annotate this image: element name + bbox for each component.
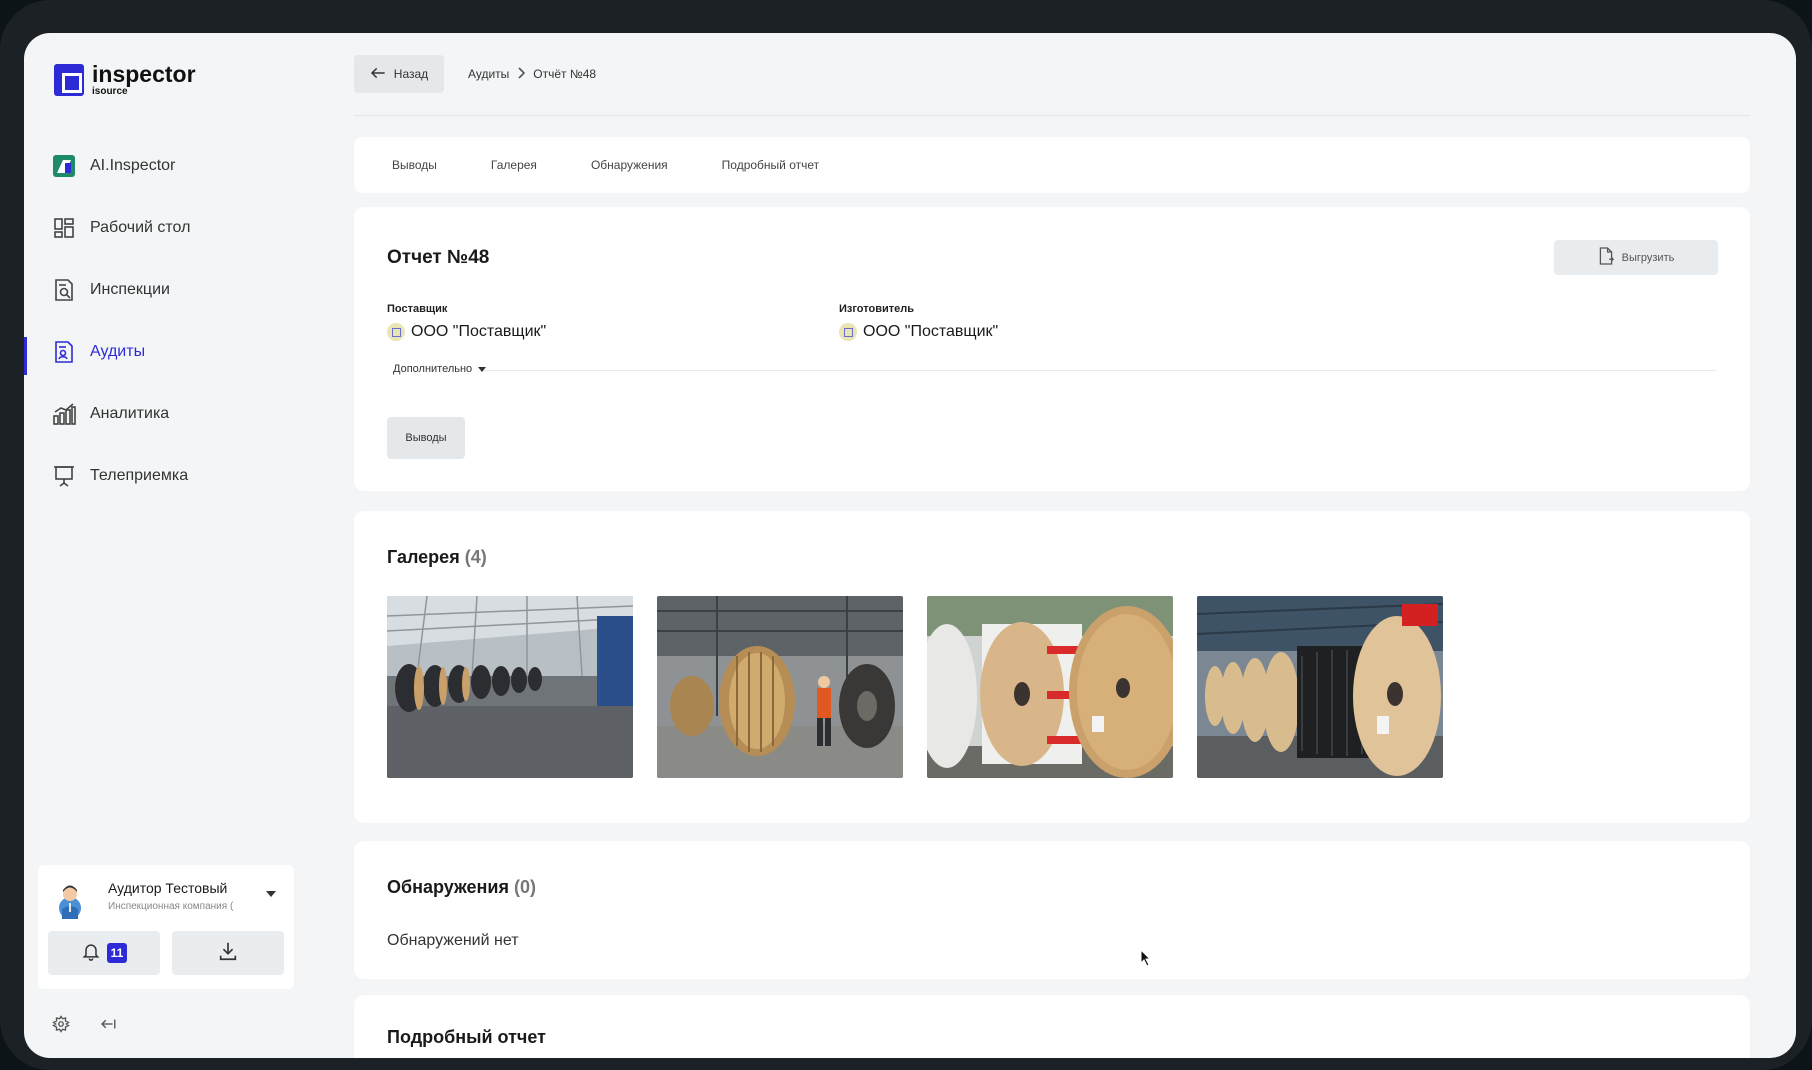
gallery-count: (4): [464, 547, 487, 567]
black-cable-reels-photo: [1197, 596, 1443, 778]
findings-empty-text: Обнаружений нет: [387, 932, 519, 949]
supplier-value[interactable]: ООО "Поставщик": [411, 323, 546, 341]
breadcrumb-current: Отчёт №48: [533, 67, 597, 81]
sidebar-item-label: Аналитика: [90, 405, 170, 422]
notification-count-badge: 11: [106, 943, 128, 963]
logo-name: inspector: [92, 61, 196, 87]
logo-sub: isource: [92, 86, 128, 97]
supplier-field: Поставщик ООО "Поставщик": [387, 303, 546, 341]
chevron-down-icon[interactable]: [266, 891, 276, 897]
export-button[interactable]: Выгрузить: [1554, 240, 1718, 275]
sidebar-footer: [52, 1015, 118, 1038]
manufacturer-value[interactable]: ООО "Поставщик": [863, 323, 998, 341]
user-card: Аудитор Тестовый Инспекционная компания …: [38, 865, 294, 989]
detailed-report-card: Подробный отчет: [354, 995, 1750, 1058]
findings-title-text: Обнаружения: [387, 877, 509, 897]
additional-toggle-label: Дополнительно: [393, 363, 473, 375]
inspection-doc-icon: [52, 278, 76, 302]
report-card: Отчет №48 Выгрузить Поставщик ООО "Поста…: [354, 207, 1750, 491]
sidebar-item-label: Рабочий стол: [90, 219, 191, 236]
sidebar-item-teleacceptance[interactable]: Телеприемка: [24, 445, 310, 507]
gallery-photo-3[interactable]: [927, 596, 1173, 778]
supplier-label: Поставщик: [387, 303, 448, 315]
detailed-report-title: Подробный отчет: [387, 1027, 546, 1047]
gallery-photo-2[interactable]: [657, 596, 903, 778]
sidebar-item-label: Аудиты: [90, 343, 146, 360]
download-icon: [217, 940, 239, 967]
topbar: Назад Аудиты Отчёт №48: [354, 55, 596, 93]
sidebar-item-audits[interactable]: Аудиты: [24, 321, 310, 383]
sidebar-item-dashboard[interactable]: Рабочий стол: [24, 197, 310, 259]
manufacturer-field: Изготовитель ООО "Поставщик": [839, 303, 998, 341]
settings-gear-icon[interactable]: [52, 1015, 70, 1038]
presentation-board-icon: [52, 464, 76, 488]
tab-detailed-report[interactable]: Подробный отчет: [722, 158, 819, 172]
tab-findings[interactable]: Обнаружения: [591, 158, 668, 172]
back-button-label: Назад: [393, 67, 429, 81]
logo-mark-icon: [54, 64, 84, 96]
analytics-chart-icon: [52, 402, 76, 426]
sidebar-item-label: AI.Inspector: [90, 157, 176, 174]
file-export-icon: [1598, 247, 1614, 268]
gallery-grid: [387, 596, 1443, 778]
arrow-left-icon: [370, 66, 386, 83]
findings-title: Обнаружения (0): [387, 877, 536, 898]
back-button[interactable]: Назад: [354, 55, 444, 93]
sidebar-item-label: Телеприемка: [90, 467, 189, 484]
dashboard-icon: [52, 216, 76, 240]
page-title: Отчет №48: [387, 247, 490, 268]
app-logo[interactable]: inspector isource: [54, 63, 196, 97]
sidebar-nav: AI.Inspector Рабочий стол Инспекции Ауди…: [24, 135, 310, 507]
breadcrumb-audits[interactable]: Аудиты: [468, 67, 509, 81]
collapse-sidebar-icon[interactable]: [98, 1015, 118, 1038]
ai-inspector-icon: [52, 154, 76, 178]
worker-cable-drum-photo: [657, 596, 903, 778]
notifications-button[interactable]: 11: [48, 931, 160, 975]
additional-toggle[interactable]: Дополнительно: [393, 363, 487, 375]
manufacturer-label: Изготовитель: [839, 303, 914, 315]
chevron-right-icon: [517, 66, 526, 82]
app-screen: inspector isource AI.Inspector Рабочий с…: [24, 33, 1796, 1058]
device-frame: inspector isource AI.Inspector Рабочий с…: [0, 0, 1812, 1070]
gallery-card: Галерея (4): [354, 511, 1750, 823]
tab-gallery[interactable]: Галерея: [491, 158, 537, 172]
export-button-label: Выгрузить: [1621, 251, 1675, 264]
gallery-photo-4[interactable]: [1197, 596, 1443, 778]
divider: [484, 370, 1716, 371]
section-tabs: Выводы Галерея Обнаружения Подробный отч…: [354, 137, 1750, 193]
company-icon: [387, 323, 405, 341]
divider: [354, 115, 1750, 116]
sidebar-item-label: Инспекции: [90, 281, 170, 298]
bell-icon: [81, 941, 101, 966]
conclusions-button[interactable]: Выводы: [387, 417, 465, 459]
tab-conclusions[interactable]: Выводы: [392, 158, 437, 172]
download-button[interactable]: [172, 931, 284, 975]
gallery-title-text: Галерея: [387, 547, 460, 567]
mouse-cursor-icon: [1140, 948, 1152, 972]
company-icon: [839, 323, 857, 341]
sidebar-item-inspections[interactable]: Инспекции: [24, 259, 310, 321]
findings-count: (0): [513, 877, 536, 897]
user-org: Инспекционная компания (: [108, 901, 234, 912]
gallery-photo-1[interactable]: [387, 596, 633, 778]
cable-reels-warehouse-photo: [387, 596, 633, 778]
breadcrumb: Аудиты Отчёт №48: [468, 66, 597, 82]
sidebar-item-ai-inspector[interactable]: AI.Inspector: [24, 135, 310, 197]
sidebar: inspector isource AI.Inspector Рабочий с…: [24, 33, 310, 1058]
gallery-title: Галерея (4): [387, 547, 487, 568]
avatar[interactable]: [52, 879, 88, 919]
user-name: Аудитор Тестовый: [108, 880, 228, 896]
findings-card: Обнаружения (0) Обнаружений нет: [354, 841, 1750, 979]
audit-doc-icon: [52, 340, 76, 364]
sidebar-item-analytics[interactable]: Аналитика: [24, 383, 310, 445]
wooden-reels-outdoor-photo: [927, 596, 1173, 778]
